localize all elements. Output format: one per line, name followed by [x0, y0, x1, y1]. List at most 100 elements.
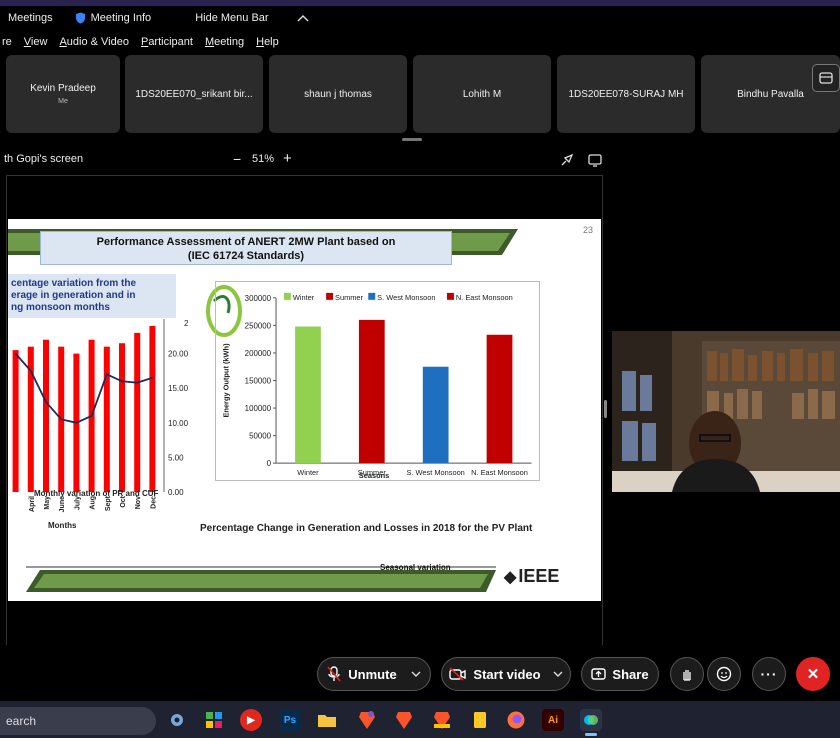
bottom-banner-label: Seasonal variation: [380, 563, 451, 572]
video-off-icon: [449, 667, 467, 681]
menu-item-file[interactable]: re: [2, 36, 12, 48]
participant-tile[interactable]: shaun j thomas: [269, 55, 407, 133]
y-tick-label: 0: [267, 459, 272, 468]
participant-name: Bindhu Pavalla: [737, 88, 804, 100]
media-player-icon[interactable]: ▶: [240, 709, 262, 731]
hide-menu-bar-button[interactable]: Hide Menu Bar: [195, 12, 309, 24]
y-tick-label: 250000: [245, 321, 272, 330]
widgets-icon[interactable]: [203, 709, 225, 731]
month-tick-label: July: [74, 496, 81, 510]
legend-label: Winter: [293, 293, 315, 302]
shared-slide: 23 Performance Assessment of ANERT 2MW P…: [8, 219, 601, 601]
legend-swatch: [283, 292, 291, 300]
layout-toggle-button[interactable]: [812, 64, 840, 92]
slide-title-line1: Performance Assessment of ANERT 2MW Plan…: [96, 236, 396, 248]
month-tick-label: April: [29, 496, 36, 512]
firefox-icon[interactable]: [505, 709, 527, 731]
brave-nightly-icon[interactable]: [431, 709, 453, 731]
participant-me-label: Me: [58, 98, 68, 105]
annotate-icon[interactable]: [560, 153, 574, 167]
share-screen-icon: [591, 667, 607, 680]
hide-menu-bar-label: Hide Menu Bar: [195, 12, 269, 24]
menu-item-meeting[interactable]: Meeting: [205, 36, 244, 48]
pop-out-icon[interactable]: [588, 153, 602, 167]
zoom-in-button[interactable]: +: [283, 150, 292, 167]
participant-tile[interactable]: 1DS20EE070_srikant bir...: [125, 55, 263, 133]
participant-tile[interactable]: 1DS20EE078-SURAJ MH: [557, 55, 695, 133]
pr-bar: [43, 339, 49, 492]
y-tick-label: 200000: [245, 349, 272, 358]
splitter-handle[interactable]: [604, 400, 607, 418]
right-axis-tick-label: 5.00: [168, 453, 184, 462]
meeting-info-label: Meeting Info: [90, 12, 152, 24]
more-options-icon: ···: [760, 666, 778, 682]
raise-hand-button[interactable]: [670, 657, 704, 691]
menu-item-view[interactable]: View: [24, 36, 48, 48]
more-options-button[interactable]: ···: [752, 657, 786, 691]
x-axis-label: Seasons: [359, 471, 389, 480]
legend-label: N. East Monsoon: [456, 293, 513, 302]
menu-item-participant[interactable]: Participant: [141, 36, 193, 48]
zoom-out-button[interactable]: −: [233, 151, 241, 167]
resize-handle[interactable]: [402, 138, 422, 141]
share-frame-right: [602, 175, 603, 645]
right-axis-tick-label: 15.00: [168, 384, 189, 393]
callout-line2: erage in generation and in: [11, 290, 136, 301]
callout-line3: ng monsoon months: [11, 302, 110, 313]
energy-output-chart: 0 50000 100000 150000 200000 250000 300000 Wint…: [215, 281, 540, 481]
share-label: Share: [612, 666, 649, 682]
bar-n-east-monsoon: [486, 334, 513, 464]
pr-bar: [134, 332, 141, 492]
x-tick-label: Winter: [297, 468, 319, 477]
bar-summer: [358, 319, 385, 464]
leave-meeting-button[interactable]: ✕: [796, 657, 830, 691]
participant-name: 1DS20EE070_srikant bir...: [135, 88, 253, 100]
taskbar-search-input[interactable]: earch: [0, 707, 156, 735]
menu-bar: re View Audio & Video Participant Meetin…: [0, 32, 840, 52]
menu-item-audio-video[interactable]: Audio & Video: [59, 36, 129, 48]
brave-icon[interactable]: [393, 709, 415, 731]
menu-item-help[interactable]: Help: [256, 36, 279, 48]
pr-bar: [149, 325, 156, 492]
bar-s-west-monsoon: [422, 366, 449, 464]
brave-beta-icon[interactable]: [356, 709, 378, 731]
participant-tile[interactable]: Lohith M: [413, 55, 551, 133]
right-axis-tick-label: 20.00: [168, 350, 189, 359]
layout-icon: [819, 72, 833, 84]
legend-swatch: [368, 292, 376, 300]
share-frame-left: [6, 175, 7, 645]
illustrator-icon[interactable]: Ai: [542, 709, 564, 731]
participant-name: shaun j thomas: [304, 88, 372, 100]
video-frame: [612, 331, 840, 492]
close-icon: ✕: [806, 666, 820, 683]
callout-box: centage variation from the erage in gene…: [8, 274, 176, 318]
zoom-level: 51%: [252, 153, 275, 165]
slide-title-line2: (IEC 61724 Standards): [187, 250, 305, 262]
pr-bar: [12, 350, 19, 492]
photoshop-icon[interactable]: Ps: [279, 709, 301, 731]
share-button[interactable]: Share: [581, 657, 659, 691]
y-tick-label: 150000: [245, 376, 272, 385]
callout-line1: centage variation from the: [11, 278, 137, 289]
ieee-logo: ◆ IEEE: [504, 566, 559, 587]
slide-page-number: 23: [582, 225, 593, 235]
share-source-label: th Gopi's screen: [4, 153, 84, 165]
unmute-button[interactable]: Unmute: [317, 657, 431, 691]
legend-swatch: [326, 292, 334, 300]
webex-icon[interactable]: [580, 709, 602, 731]
chevron-down-icon[interactable]: [553, 671, 563, 677]
participant-tile[interactable]: Kevin Pradeep Me: [6, 55, 120, 133]
chevron-down-icon[interactable]: [411, 671, 421, 677]
right-axis-tick-label: 10.00: [168, 419, 189, 428]
month-tick-label: Aug: [90, 496, 97, 510]
reactions-button[interactable]: [707, 657, 741, 691]
settings-icon[interactable]: [166, 709, 188, 731]
notes-icon[interactable]: [469, 709, 491, 731]
app-menu[interactable]: Meetings: [8, 12, 53, 24]
participant-video[interactable]: [612, 331, 840, 492]
legend-swatch: [446, 292, 454, 300]
start-video-button[interactable]: Start video: [441, 657, 571, 691]
chevron-up-icon: [297, 15, 309, 22]
meeting-info-button[interactable]: Meeting Info: [75, 12, 174, 24]
file-explorer-icon[interactable]: [316, 709, 338, 731]
